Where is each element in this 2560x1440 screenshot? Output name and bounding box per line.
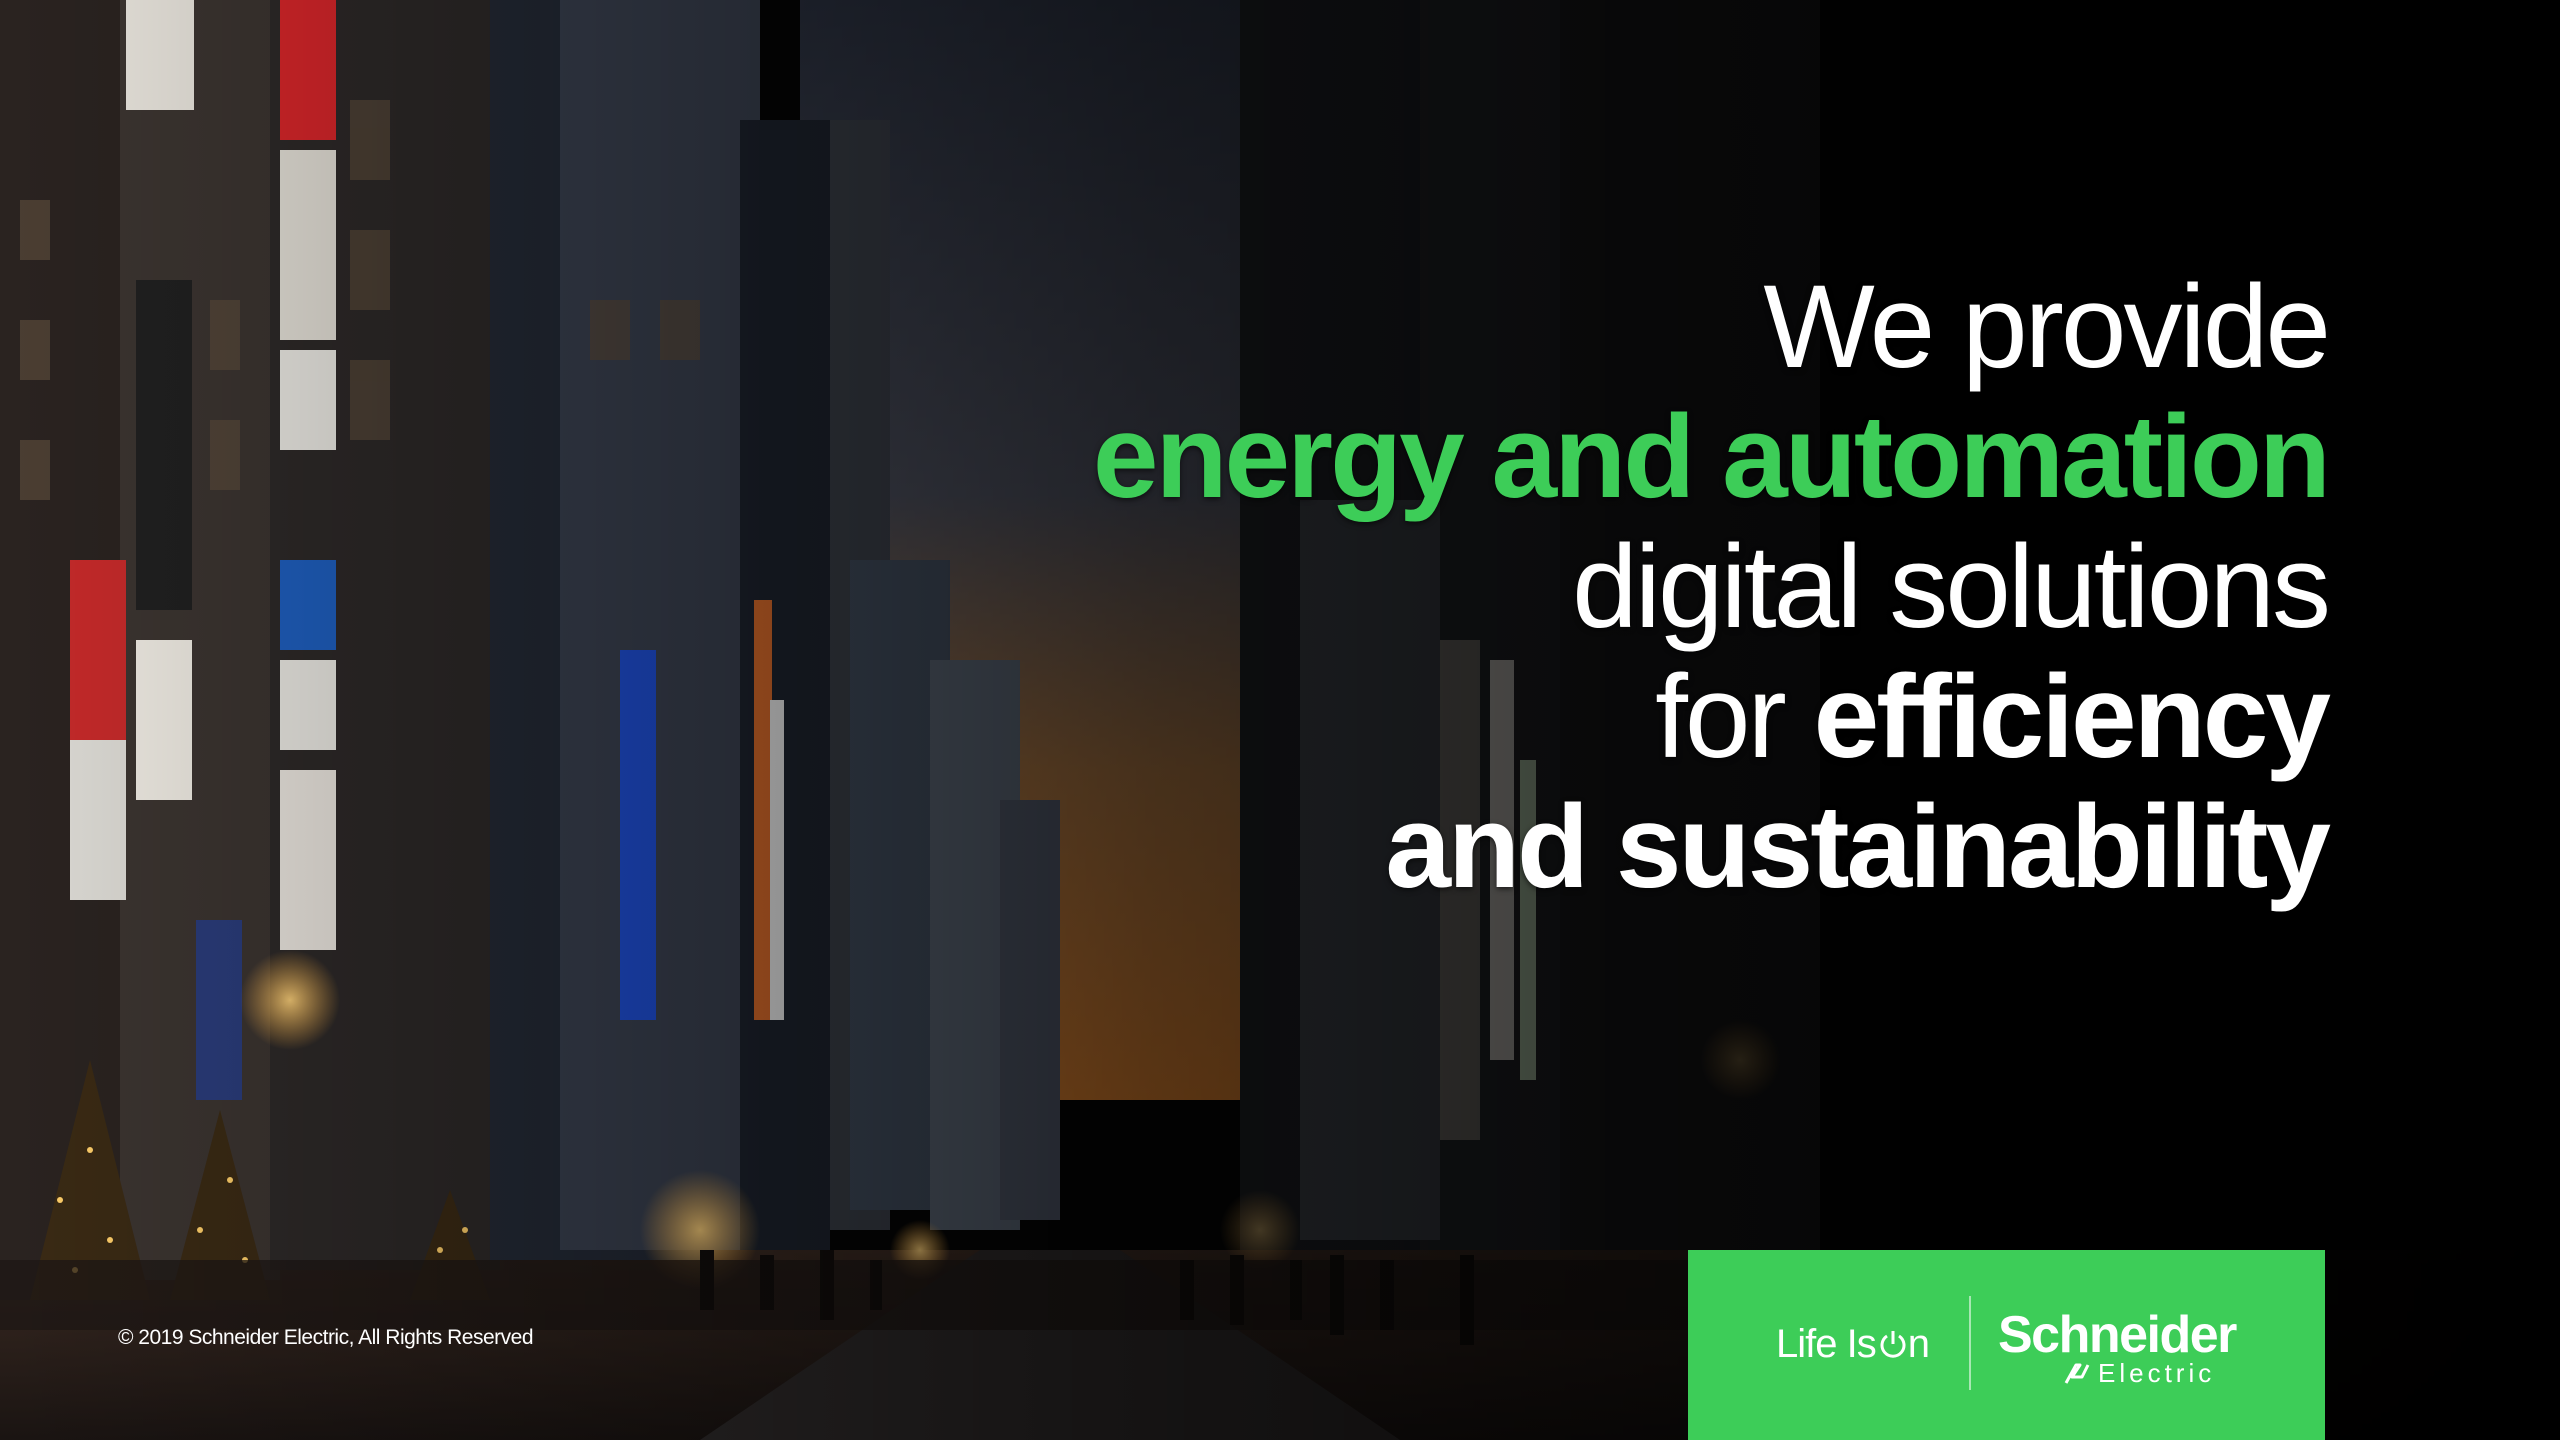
logo-division-row: Electric	[2062, 1358, 2236, 1389]
schneider-electric-mark-icon	[2064, 1363, 2090, 1384]
brand-box: Life Is n Schneider Electric	[1688, 1250, 2325, 1440]
tagline-text-before: Life Is	[1776, 1322, 1877, 1366]
schneider-electric-logo: Schneider Electric	[1998, 1306, 2237, 1389]
headline-line-3: digital solutions	[1572, 521, 2331, 653]
presentation-slide: We provide energy and automation digital…	[0, 0, 2560, 1440]
headline-line-1: We provide	[1763, 261, 2331, 393]
life-is-on-tagline: Life Is n	[1776, 1322, 1930, 1367]
headline-line-2: energy and automation	[1092, 391, 2331, 523]
headline-line-4-plain: for	[1655, 651, 1814, 783]
power-on-icon	[1880, 1330, 1906, 1358]
headline-line-5: and sustainability	[1385, 781, 2331, 913]
copyright-text: © 2019 Schneider Electric, All Rights Re…	[118, 1326, 534, 1349]
headline: We provide energy and automation digital…	[1092, 261, 2331, 913]
logo-company-name: Schneider	[1998, 1306, 2237, 1364]
headline-line-4-bold: efficiency	[1813, 651, 2331, 783]
logo-division-name: Electric	[2098, 1358, 2216, 1388]
tagline-text-after: n	[1907, 1322, 1930, 1366]
brand-divider	[1969, 1296, 1971, 1390]
headline-line-4: for efficiency	[1093, 651, 2331, 783]
